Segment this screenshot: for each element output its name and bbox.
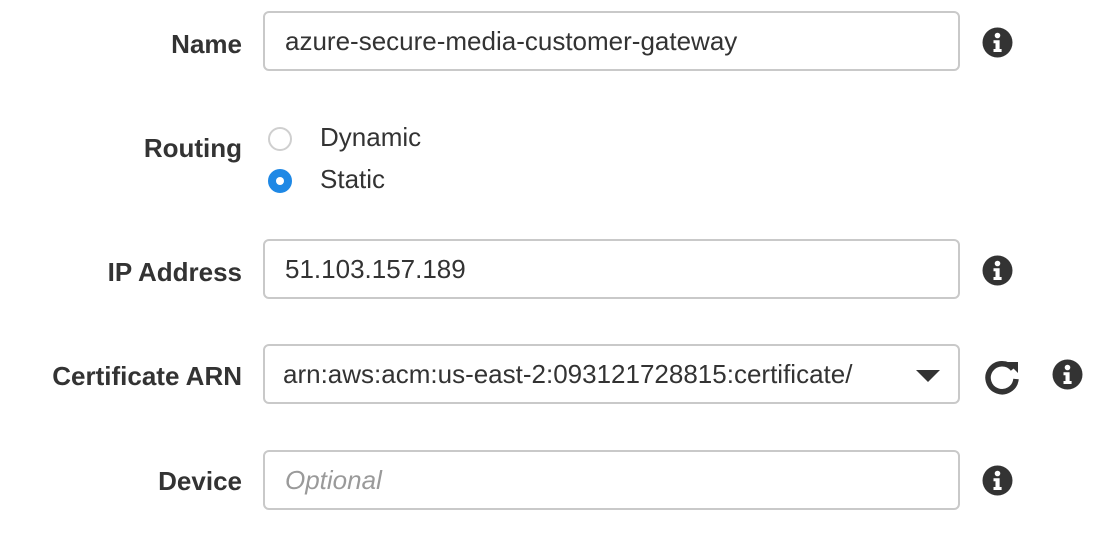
certificate-arn-selected-value: arn:aws:acm:us-east-2:093121728815:certi…	[283, 359, 853, 389]
routing-radio-dynamic[interactable]	[268, 127, 292, 151]
routing-option-dynamic-label[interactable]: Dynamic	[320, 122, 421, 152]
ip-address-input[interactable]: 51.103.157.189	[263, 239, 960, 299]
certificate-arn-label: Certificate ARN	[52, 361, 242, 391]
device-label: Device	[158, 466, 242, 496]
routing-radio-static[interactable]	[268, 169, 292, 193]
routing-option-static-label[interactable]: Static	[320, 164, 385, 194]
name-label: Name	[171, 29, 242, 59]
chevron-down-icon[interactable]	[916, 370, 940, 382]
ip-address-label: IP Address	[107, 257, 242, 287]
name-input[interactable]: azure-secure-media-customer-gateway	[263, 11, 960, 71]
refresh-icon[interactable]	[983, 358, 1021, 396]
certificate-arn-select[interactable]: arn:aws:acm:us-east-2:093121728815:certi…	[263, 344, 960, 404]
device-input[interactable]: Optional	[263, 450, 960, 510]
routing-label: Routing	[143, 133, 242, 163]
info-icon[interactable]	[982, 465, 1013, 496]
info-icon[interactable]	[1052, 359, 1083, 390]
info-icon[interactable]	[982, 27, 1013, 58]
info-icon[interactable]	[982, 255, 1013, 286]
